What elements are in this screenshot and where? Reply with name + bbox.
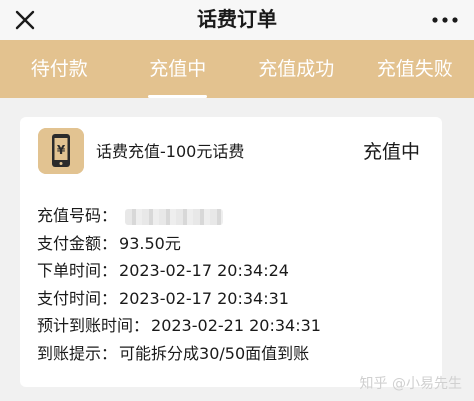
detail-value: 93.50元 [119, 233, 181, 253]
detail-label: 支付时间： [37, 288, 118, 308]
order-status: 充值中 [362, 141, 420, 163]
detail-row-phone: 充值号码： [37, 202, 437, 230]
status-tabs: 待付款 充值中 充值成功 充值失败 [0, 40, 474, 98]
detail-label: 充值号码： [37, 206, 118, 225]
detail-value: 2023-02-17 20:34:31 [119, 288, 289, 308]
watermark: 知乎 @小易先生 [359, 376, 462, 392]
phone-yuan-icon: ¥ [38, 128, 84, 174]
tab-pending-payment[interactable]: 待付款 [0, 40, 119, 98]
detail-label: 支付金额： [37, 233, 118, 253]
detail-row-amount: 支付金额： 93.50元 [37, 230, 437, 258]
order-card[interactable]: ¥ 话费充值-100元话费 充值中 充值号码： 支付金额： 93.50元 下单时间… [20, 117, 442, 387]
more-icon[interactable] [432, 16, 458, 24]
detail-row-arrival-tip: 到账提示： 可能拆分成30/50面值到账 [37, 340, 437, 368]
product-name: 话费充值-100元话费 [96, 142, 245, 161]
tab-recharge-success[interactable]: 充值成功 [237, 40, 356, 98]
detail-row-expected-time: 预计到账时间： 2023-02-21 20:34:31 [37, 312, 437, 340]
detail-label: 下单时间： [37, 261, 118, 281]
detail-label: 预计到账时间： [37, 316, 150, 336]
detail-value: 2023-02-17 20:34:24 [119, 261, 289, 281]
tab-recharge-failed[interactable]: 充值失败 [356, 40, 474, 98]
detail-value: 2023-02-21 20:34:31 [151, 316, 321, 336]
detail-row-order-time: 下单时间： 2023-02-17 20:34:24 [37, 257, 437, 285]
top-bar: 话费订单 [0, 0, 474, 40]
masked-phone-number [125, 208, 224, 225]
order-details: 充值号码： 支付金额： 93.50元 下单时间： 2023-02-17 20:34:… [37, 202, 437, 368]
svg-text:¥: ¥ [57, 143, 66, 157]
detail-value: 可能拆分成30/50面值到账 [119, 343, 310, 363]
detail-row-pay-time: 支付时间： 2023-02-17 20:34:31 [37, 285, 437, 313]
tab-recharging[interactable]: 充值中 [119, 40, 238, 98]
detail-label: 到账提示： [37, 343, 118, 363]
page-title: 话费订单 [197, 7, 277, 31]
